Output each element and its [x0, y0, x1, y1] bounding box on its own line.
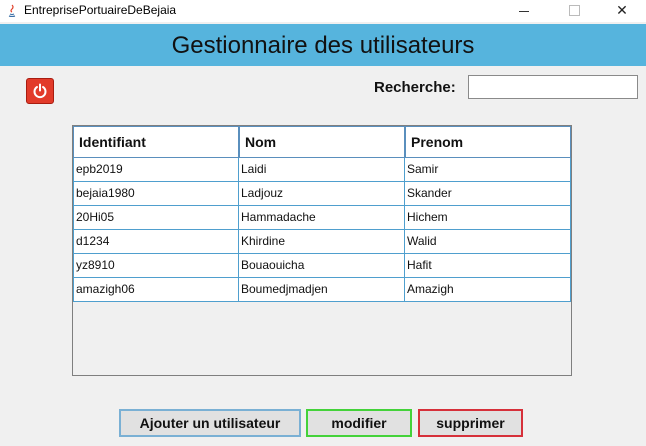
search-label: Recherche:: [374, 79, 456, 96]
cell-identifiant: 20Hi05: [73, 206, 239, 230]
cell-prenom: Hafit: [405, 254, 571, 278]
users-table: Identifiant Nom Prenom epb2019 Laidi Sam…: [72, 125, 572, 376]
delete-button[interactable]: supprimer: [418, 409, 523, 437]
window-title: EntreprisePortuaireDeBejaia: [24, 3, 177, 17]
table-row[interactable]: 20Hi05 Hammadache Hichem: [73, 206, 571, 230]
column-header-identifiant[interactable]: Identifiant: [73, 126, 239, 158]
cell-prenom: Amazigh: [405, 278, 571, 302]
close-icon[interactable]: ✕: [600, 0, 644, 22]
table-row[interactable]: d1234 Khirdine Walid: [73, 230, 571, 254]
cell-identifiant: d1234: [73, 230, 239, 254]
java-app-icon: [6, 4, 18, 18]
power-icon: [33, 83, 47, 99]
header-banner: Gestionnaire des utilisateurs: [0, 24, 646, 66]
cell-prenom: Hichem: [405, 206, 571, 230]
cell-identifiant: bejaia1980: [73, 182, 239, 206]
main-panel: Gestionnaire des utilisateurs Recherche:…: [0, 22, 646, 446]
cell-identifiant: yz8910: [73, 254, 239, 278]
cell-nom: Khirdine: [239, 230, 405, 254]
cell-nom: Bouaouicha: [239, 254, 405, 278]
cell-prenom: Skander: [405, 182, 571, 206]
table-row[interactable]: amazigh06 Boumedjmadjen Amazigh: [73, 278, 571, 302]
window-titlebar: EntreprisePortuaireDeBejaia ✕: [0, 0, 646, 22]
cell-prenom: Walid: [405, 230, 571, 254]
table-header: Identifiant Nom Prenom: [73, 126, 571, 158]
cell-nom: Boumedjmadjen: [239, 278, 405, 302]
cell-nom: Laidi: [239, 158, 405, 182]
maximize-icon[interactable]: [552, 0, 596, 22]
table-row[interactable]: yz8910 Bouaouicha Hafit: [73, 254, 571, 278]
cell-prenom: Samir: [405, 158, 571, 182]
table-row[interactable]: bejaia1980 Ladjouz Skander: [73, 182, 571, 206]
modify-button[interactable]: modifier: [306, 409, 412, 437]
column-header-nom[interactable]: Nom: [239, 126, 405, 158]
cell-identifiant: amazigh06: [73, 278, 239, 302]
column-header-prenom[interactable]: Prenom: [405, 126, 571, 158]
minimize-icon[interactable]: [502, 0, 546, 22]
cell-identifiant: epb2019: [73, 158, 239, 182]
cell-nom: Hammadache: [239, 206, 405, 230]
logout-button[interactable]: [26, 78, 54, 104]
add-user-button[interactable]: Ajouter un utilisateur: [119, 409, 301, 437]
search-input[interactable]: [468, 75, 638, 99]
cell-nom: Ladjouz: [239, 182, 405, 206]
page-title: Gestionnaire des utilisateurs: [171, 32, 475, 59]
table-row[interactable]: epb2019 Laidi Samir: [73, 158, 571, 182]
